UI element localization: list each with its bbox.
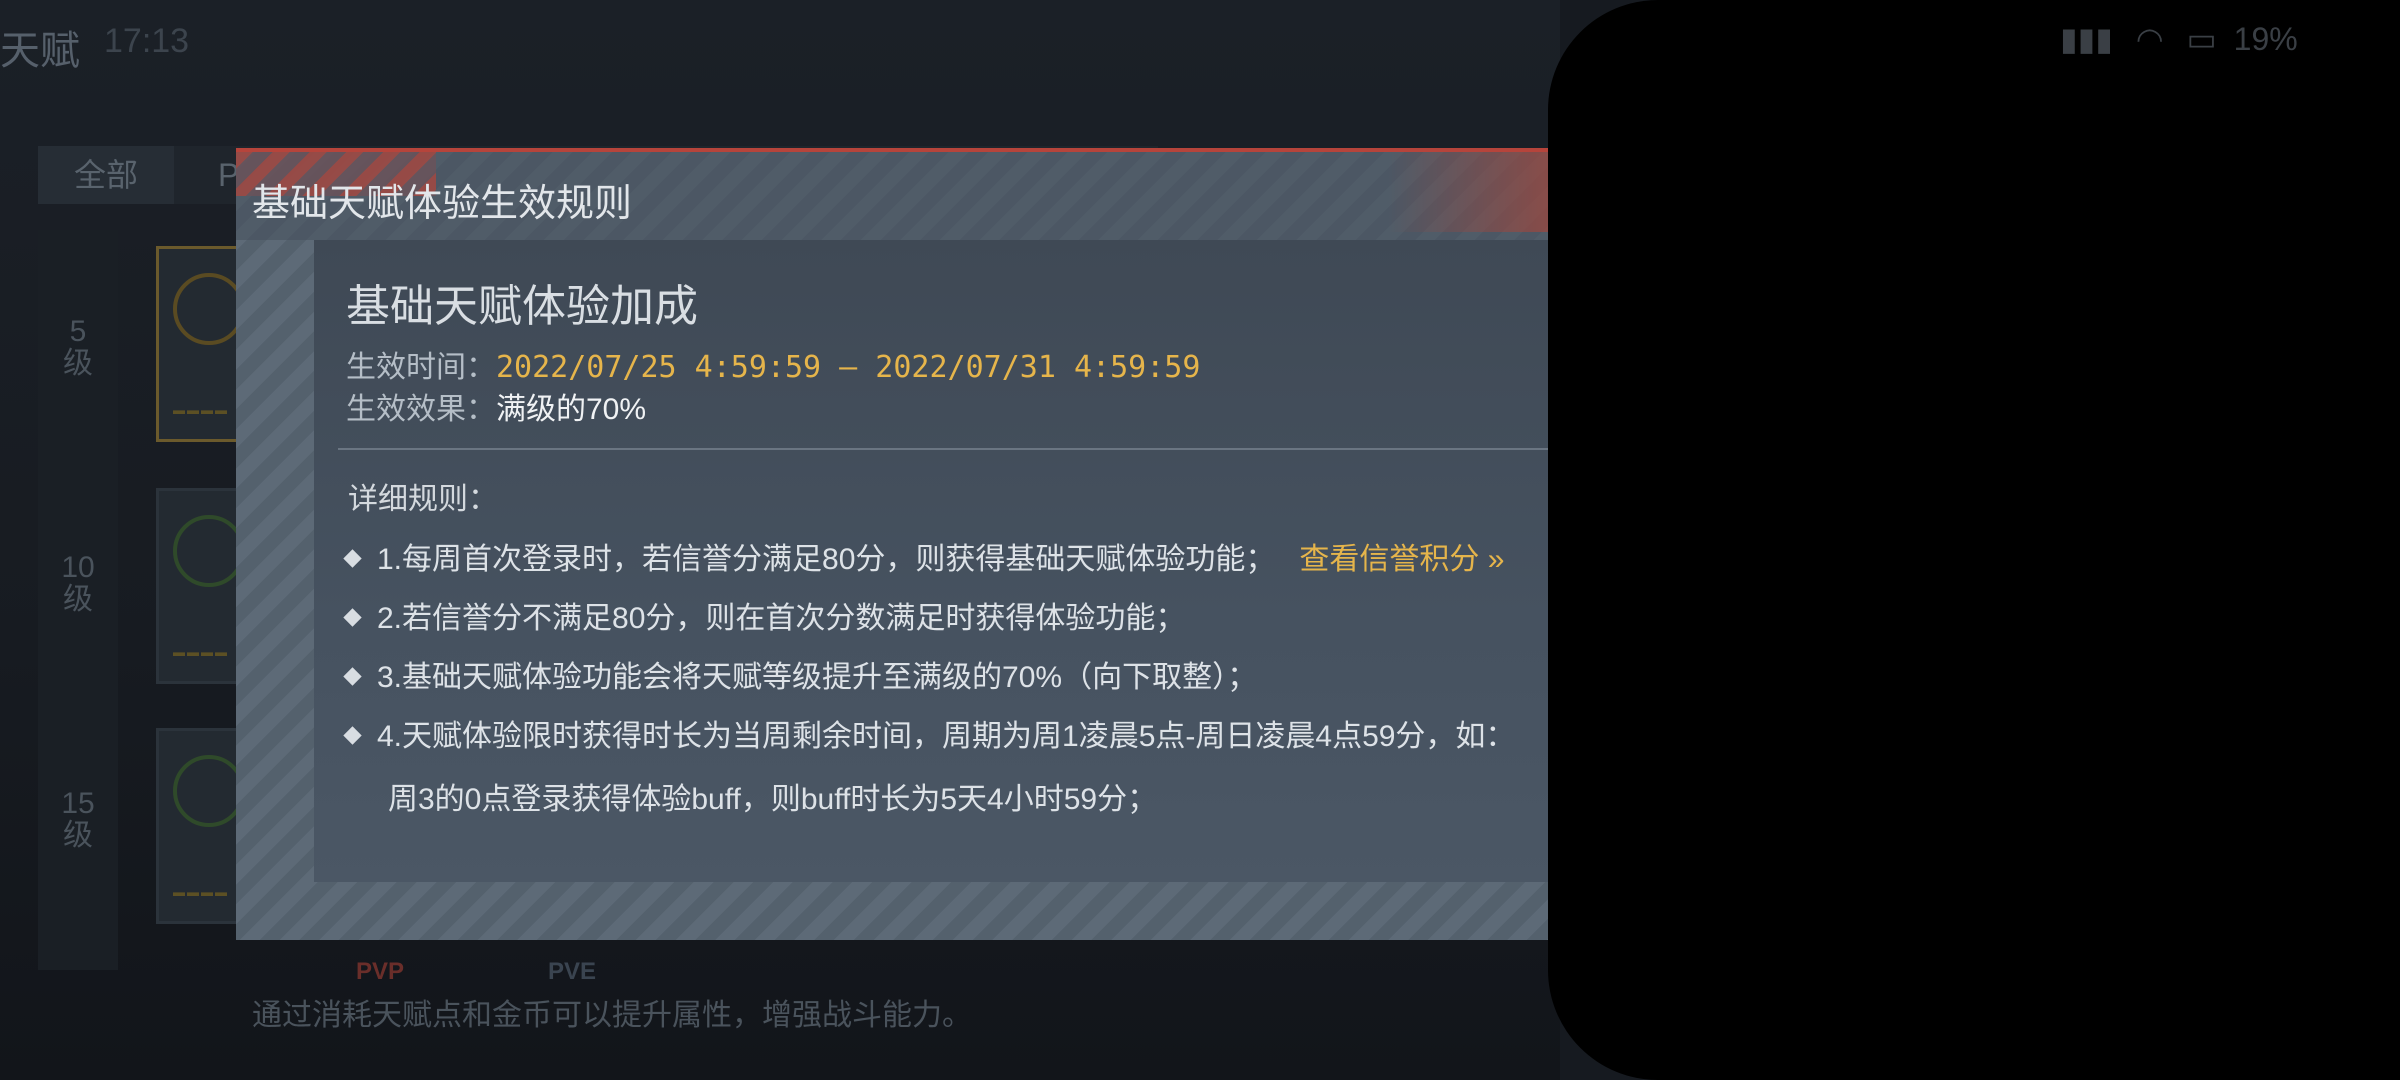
talent-icon xyxy=(173,273,245,345)
level-unit: 级 xyxy=(63,347,93,380)
rule-item: 3.基础天赋体验功能会将天赋等级提升至满级的70%（向下取整）； xyxy=(343,652,1258,696)
battery-icon: ▭ xyxy=(2186,21,2217,57)
level-number: 5 xyxy=(69,315,87,348)
level-number: 15 xyxy=(61,787,95,820)
level-label-10: 10 级 xyxy=(38,552,118,616)
rule-item: 4.天赋体验限时获得时长为当周剩余时间，周期为周1凌晨5点-周日凌晨4点59分，… xyxy=(343,711,1516,755)
tab-all[interactable]: 全部 xyxy=(38,146,174,204)
talent-icon xyxy=(173,755,245,827)
section-divider xyxy=(338,448,1548,450)
pve-tag: PVE xyxy=(548,958,597,985)
bullet-diamond-icon xyxy=(343,607,362,627)
rules-panel: 基础天赋体验加成 生效时间：2022/07/25 4:59:59 — 2022/… xyxy=(314,240,1548,882)
battery-text: 19% xyxy=(2233,21,2298,57)
level-label-5: 5 级 xyxy=(38,316,118,380)
view-credit-score-link[interactable]: 查看信誉积分 » xyxy=(1299,543,1504,576)
rule-continuation: 周3的0点登录获得体验buff，则buff时长为5天4小时59分； xyxy=(388,783,1158,816)
header-glow-decoration xyxy=(1388,152,1548,232)
talent-level-pips: ▬▬▬▬ xyxy=(173,403,229,417)
effective-time-value: 2022/07/25 4:59:59 — 2022/07/31 4:59:59 xyxy=(496,350,1201,385)
effect-label: 生效效果： xyxy=(346,393,496,426)
effective-time-row: 生效时间：2022/07/25 4:59:59 — 2022/07/31 4:5… xyxy=(346,342,1200,386)
bullet-diamond-icon xyxy=(343,548,362,568)
panel-heading: 基础天赋体验加成 xyxy=(346,282,698,331)
right-black-panel xyxy=(1548,0,2400,1080)
effective-time-label: 生效时间： xyxy=(346,351,496,384)
status-clock: 17:13 xyxy=(104,22,190,60)
bullet-diamond-icon xyxy=(343,725,362,745)
rule-text: 1.每周首次登录时，若信誉分满足80分，则获得基础天赋体验功能； xyxy=(377,543,1276,576)
level-number: 10 xyxy=(61,551,95,584)
level-label-15: 15 级 xyxy=(38,788,118,852)
rule-text: 4.天赋体验限时获得时长为当周剩余时间，周期为周1凌晨5点-周日凌晨4点59分，… xyxy=(377,720,1516,753)
signal-icon: ▮▮▮ xyxy=(2060,21,2113,57)
rules-heading: 详细规则： xyxy=(348,483,498,516)
page-title: 天赋 xyxy=(0,29,80,73)
rule-text: 3.基础天赋体验功能会将天赋等级提升至满级的70%（向下取整）； xyxy=(377,661,1258,694)
rule-item: 1.每周首次登录时，若信誉分满足80分，则获得基础天赋体验功能； 查看信誉积分 » xyxy=(343,534,1504,578)
effect-value: 满级的70% xyxy=(496,393,647,426)
wifi-icon: ◠ xyxy=(2135,21,2164,57)
pvp-tag: PVP xyxy=(356,958,405,985)
bullet-diamond-icon xyxy=(343,666,362,686)
rules-modal: 基础天赋体验生效规则 基础天赋体验加成 生效时间：2022/07/25 4:59… xyxy=(236,148,1548,940)
level-unit: 级 xyxy=(63,819,93,852)
effect-row: 生效效果：满级的70% xyxy=(346,384,646,428)
level-column: 5 级 10 级 15 级 xyxy=(38,230,118,970)
status-bar: ▮▮▮ ◠ ▭ 19% xyxy=(2060,20,2298,58)
rule-item: 2.若信誉分不满足80分，则在首次分数满足时获得体验功能； xyxy=(343,593,1186,637)
talent-level-pips: ▬▬▬▬ xyxy=(173,885,229,899)
talent-level-pips: ▬▬▬▬ xyxy=(173,645,229,659)
rule-text: 2.若信誉分不满足80分，则在首次分数满足时获得体验功能； xyxy=(377,602,1186,635)
level-unit: 级 xyxy=(63,583,93,616)
modal-title: 基础天赋体验生效规则 xyxy=(252,183,633,225)
talent-description: 通过消耗天赋点和金币可以提升属性，增强战斗能力。 xyxy=(252,999,972,1032)
talent-icon xyxy=(173,515,245,587)
